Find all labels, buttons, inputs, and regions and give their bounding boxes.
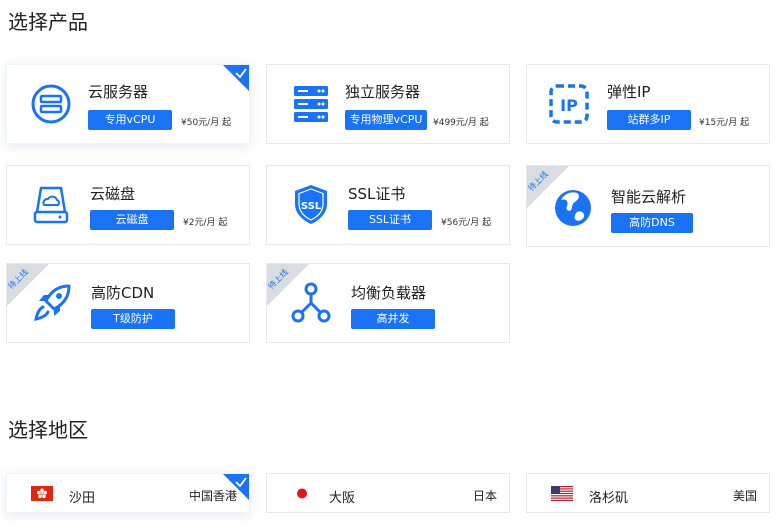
- rocket-icon: [34, 284, 71, 321]
- product-tag: 高并发: [351, 309, 435, 329]
- product-tag: T级防护: [91, 309, 175, 329]
- product-name: 智能云解析: [611, 188, 687, 206]
- product-tag: 高防DNS: [611, 213, 693, 233]
- product-tag: 专用物理vCPU: [345, 110, 427, 130]
- product-price: ¥2元/月 起: [183, 218, 228, 228]
- product-card-ssl[interactable]: SSL SSL证书 SSL证书 ¥56元/月 起: [266, 165, 510, 245]
- region-city: 大阪: [329, 491, 356, 506]
- ssl-icon-text: SSL: [301, 201, 322, 212]
- product-tag: 站群多IP: [607, 110, 691, 130]
- product-name: 云磁盘: [90, 185, 136, 203]
- products-section-title: 选择产品: [8, 10, 88, 34]
- selected-check-icon: [223, 474, 249, 500]
- product-tag: SSL证书: [348, 210, 432, 230]
- region-card-sha-tin[interactable]: 沙田 中国香港: [6, 473, 250, 513]
- region-country: 美国: [732, 489, 757, 503]
- product-tag: 云磁盘: [90, 210, 174, 230]
- elastic-ip-icon: IP: [549, 84, 589, 124]
- cloud-disk-icon: [33, 186, 69, 224]
- japan-flag-icon: [291, 486, 313, 501]
- product-name: 弹性IP: [607, 83, 651, 101]
- product-card-dedicated-server[interactable]: 独立服务器 专用物理vCPU ¥499元/月 起: [266, 64, 510, 144]
- product-name: 均衡负载器: [351, 284, 427, 302]
- product-price: ¥56元/月 起: [441, 218, 492, 228]
- product-price: ¥499元/月 起: [433, 118, 489, 128]
- cloud-server-icon: [31, 84, 71, 124]
- product-price: ¥50元/月 起: [181, 118, 232, 128]
- product-card-cdn[interactable]: 待上线 高防CDN T级防护: [6, 263, 250, 343]
- hong-kong-flag-icon: [31, 486, 53, 501]
- product-card-smart-dns[interactable]: 待上线 智能云解析 高防DNS: [526, 165, 770, 247]
- product-name: 云服务器: [88, 83, 149, 101]
- load-balancer-icon: [291, 282, 331, 323]
- globe-icon: [555, 190, 591, 226]
- region-city: 沙田: [69, 491, 96, 506]
- product-name: 独立服务器: [345, 83, 421, 101]
- usa-flag-icon: [551, 486, 573, 501]
- product-name: 高防CDN: [91, 284, 155, 302]
- product-card-cloud-server[interactable]: 云服务器 专用vCPU ¥50元/月 起: [6, 64, 250, 144]
- product-tag: 专用vCPU: [88, 110, 172, 130]
- dedicated-server-icon: [294, 86, 328, 122]
- product-card-load-balancer[interactable]: 待上线 均衡负载器 高并发: [266, 263, 510, 343]
- product-card-cloud-disk[interactable]: 云磁盘 云磁盘 ¥2元/月 起: [6, 165, 250, 245]
- product-price: ¥15元/月 起: [699, 118, 750, 128]
- svg-text:IP: IP: [560, 96, 578, 115]
- region-card-osaka[interactable]: 大阪 日本: [266, 473, 510, 513]
- region-city: 洛杉矶: [589, 491, 629, 506]
- selected-check-icon: [223, 65, 249, 91]
- region-card-los-angeles[interactable]: 洛杉矶 美国: [526, 473, 770, 513]
- region-country: 日本: [472, 489, 497, 503]
- region-section-title: 选择地区: [8, 418, 88, 442]
- product-name: SSL证书: [348, 185, 406, 203]
- product-card-elastic-ip[interactable]: IP 弹性IP 站群多IP ¥15元/月 起: [526, 64, 770, 144]
- ssl-shield-icon: SSL: [295, 185, 327, 224]
